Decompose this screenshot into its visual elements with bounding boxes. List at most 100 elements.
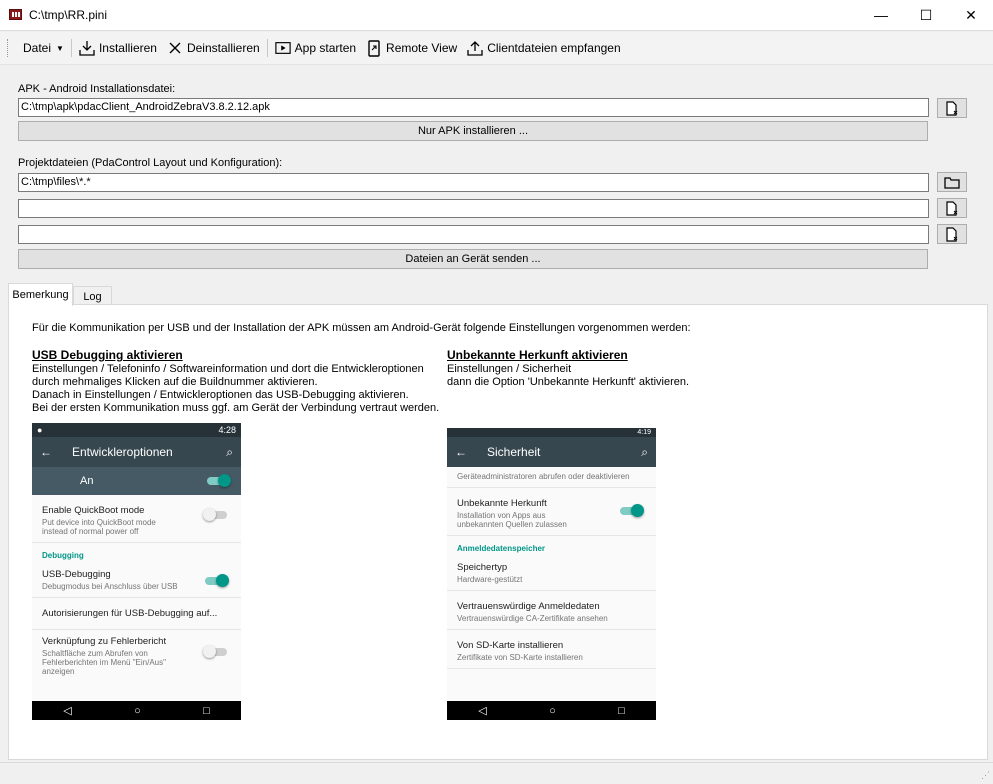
master-switch-row: An (32, 467, 241, 495)
bug-report-desc: Schaltfläche zum Abrufen von Fehlerberic… (42, 649, 166, 676)
app-starten-label: App starten (294, 41, 357, 55)
file-icon (946, 200, 958, 216)
bug-report-row: Verknüpfung zu Fehlerbericht Schaltfläch… (32, 630, 241, 682)
upload-icon (467, 40, 483, 56)
search-icon: ⌕ (641, 444, 648, 459)
projekt-path-field-1[interactable]: C:\tmp\files\*.* (18, 173, 929, 192)
debugging-category: Debugging (42, 551, 84, 560)
phone-nav-bar: ◁ ○ □ (447, 701, 656, 720)
nav-back-icon: ◁ (63, 705, 72, 717)
x-icon (167, 40, 183, 56)
phone-status-bar: ● 4:28 (32, 423, 241, 437)
search-icon: ⌕ (226, 444, 233, 459)
datei-label: Datei (23, 41, 52, 55)
tab-log[interactable]: Log (73, 286, 112, 306)
app-starten-button[interactable]: App starten (270, 36, 361, 60)
notification-icon: ● (37, 425, 43, 435)
unknown-sources-desc: Installation von Apps aus unbekannten Qu… (457, 511, 567, 529)
apk-path-field[interactable]: C:\tmp\apk\pdacClient_AndroidZebraV3.8.2… (18, 98, 929, 117)
bug-report-toggle (203, 645, 227, 658)
quickboot-desc: Put device into QuickBoot mode instead o… (42, 518, 156, 536)
apk-label: APK - Android Installationsdatei: (18, 83, 176, 95)
usb-debugging-toggle (205, 574, 229, 587)
phone-status-bar: 4:19 (447, 428, 656, 437)
datei-menu-button[interactable]: Datei ▼ (18, 36, 69, 60)
phone-app-bar: ← Entwickleroptionen ⌕ (32, 437, 241, 467)
back-arrow-icon: ← (455, 445, 467, 459)
device-admin-desc: Geräteadministratoren abrufen oder deakt… (457, 472, 630, 481)
projekt-path-field-2[interactable] (18, 199, 929, 218)
apk-browse-button[interactable] (937, 98, 967, 118)
tab-bemerkung[interactable]: Bemerkung (8, 283, 73, 306)
nav-back-icon: ◁ (478, 705, 487, 717)
nav-home-icon: ○ (549, 704, 556, 717)
install-from-sd-row: Von SD-Karte installieren Zertifikate vo… (447, 630, 656, 669)
projekt-label: Projektdateien (PdaControl Layout und Ko… (18, 157, 283, 169)
file-browse-button-3[interactable] (937, 224, 967, 244)
installieren-label: Installieren (98, 41, 157, 55)
toolbar-separator (70, 39, 72, 57)
installieren-button[interactable]: Installieren (74, 36, 162, 60)
master-toggle (207, 474, 231, 487)
unknown-sources-row: Unbekannte Herkunft Installation von App… (447, 488, 656, 536)
storage-type-title: Speichertyp (457, 562, 508, 573)
security-settings-screenshot: 4:19 ← Sicherheit ⌕ Geräteadministratore… (447, 428, 656, 720)
remote-view-button[interactable]: Remote View (361, 36, 462, 60)
unknown-section-title: Unbekannte Herkunft aktivieren (447, 348, 628, 362)
bug-report-title: Verknüpfung zu Fehlerbericht (42, 636, 167, 647)
play-icon (274, 40, 291, 56)
usb-section-text: Einstellungen / Telefoninfo / Softwarein… (32, 363, 440, 414)
folder-browse-button[interactable] (937, 172, 967, 192)
phone-clock: 4:19 (637, 429, 651, 436)
device-admin-row: Geräteadministratoren abrufen oder deakt… (447, 467, 656, 488)
title-bar: C:\tmp\RR.pini — ☐ ✕ (0, 0, 993, 31)
nav-recents-icon: □ (618, 704, 625, 717)
status-bar: ⋰ (0, 762, 993, 784)
phone-icon (366, 39, 382, 57)
bemerkung-panel: Für die Kommunikation per USB und der In… (8, 304, 988, 760)
chevron-down-icon: ▼ (56, 43, 64, 53)
developer-options-screenshot: ● 4:28 ← Entwickleroptionen ⌕ An Enable … (32, 423, 241, 720)
auth-title: Autorisierungen für USB-Debugging auf... (42, 608, 218, 619)
phone-nav-bar: ◁ ○ □ (32, 701, 241, 720)
usb-debugging-desc: Debugmodus bei Anschluss über USB (42, 582, 178, 591)
deinstallieren-label: Deinstallieren (186, 41, 260, 55)
resize-grip-icon[interactable]: ⋰ (981, 770, 990, 781)
back-arrow-icon: ← (40, 445, 52, 459)
projekt-path-field-3[interactable] (18, 225, 929, 244)
toolbar-grip[interactable] (7, 39, 10, 57)
quickboot-toggle (203, 508, 227, 521)
maximize-button[interactable]: ☐ (903, 0, 949, 30)
auth-row: Autorisierungen für USB-Debugging auf... (32, 598, 241, 630)
file-browse-button-2[interactable] (937, 198, 967, 218)
trusted-credentials-title: Vertrauenswürdige Anmeldedaten (457, 601, 600, 612)
install-apk-button[interactable]: Nur APK installieren ... (18, 121, 928, 141)
install-from-sd-title: Von SD-Karte installieren (457, 640, 564, 651)
file-icon (946, 226, 958, 242)
clientdateien-label: Clientdateien empfangen (487, 41, 621, 55)
usb-debugging-row: USB-Debugging Debugmodus bei Anschluss ü… (32, 563, 241, 598)
remote-view-label: Remote View (386, 41, 458, 55)
file-icon (946, 100, 958, 116)
phone-app-bar: ← Sicherheit ⌕ (447, 437, 656, 467)
credential-storage-category: Anmeldedatenspeicher (457, 544, 546, 553)
storage-type-desc: Hardware-gestützt (457, 575, 523, 584)
download-icon (79, 40, 95, 56)
unknown-section-text: Einstellungen / Sicherheit dann die Opti… (447, 363, 690, 388)
send-files-button[interactable]: Dateien an Gerät senden ... (18, 249, 928, 269)
toolbar: Datei ▼ Installieren Deinstallieren App … (0, 32, 993, 65)
phone-screen-title: Entwickleroptionen (72, 445, 173, 459)
minimize-button[interactable]: — (858, 0, 904, 30)
folder-icon (944, 176, 960, 189)
toolbar-separator (266, 39, 268, 57)
deinstallieren-button[interactable]: Deinstallieren (162, 36, 265, 60)
nav-recents-icon: □ (203, 704, 210, 717)
app-icon (9, 9, 22, 20)
trusted-credentials-desc: Vertrauenswürdige CA-Zertifikate ansehen (457, 614, 608, 623)
clientdateien-button[interactable]: Clientdateien empfangen (462, 36, 625, 60)
window-title: C:\tmp\RR.pini (29, 8, 108, 22)
quickboot-row: Enable QuickBoot mode Put device into Qu… (32, 495, 241, 543)
close-button[interactable]: ✕ (948, 0, 993, 30)
usb-debugging-title: USB-Debugging (42, 569, 111, 580)
phone-clock: 4:28 (218, 425, 236, 435)
